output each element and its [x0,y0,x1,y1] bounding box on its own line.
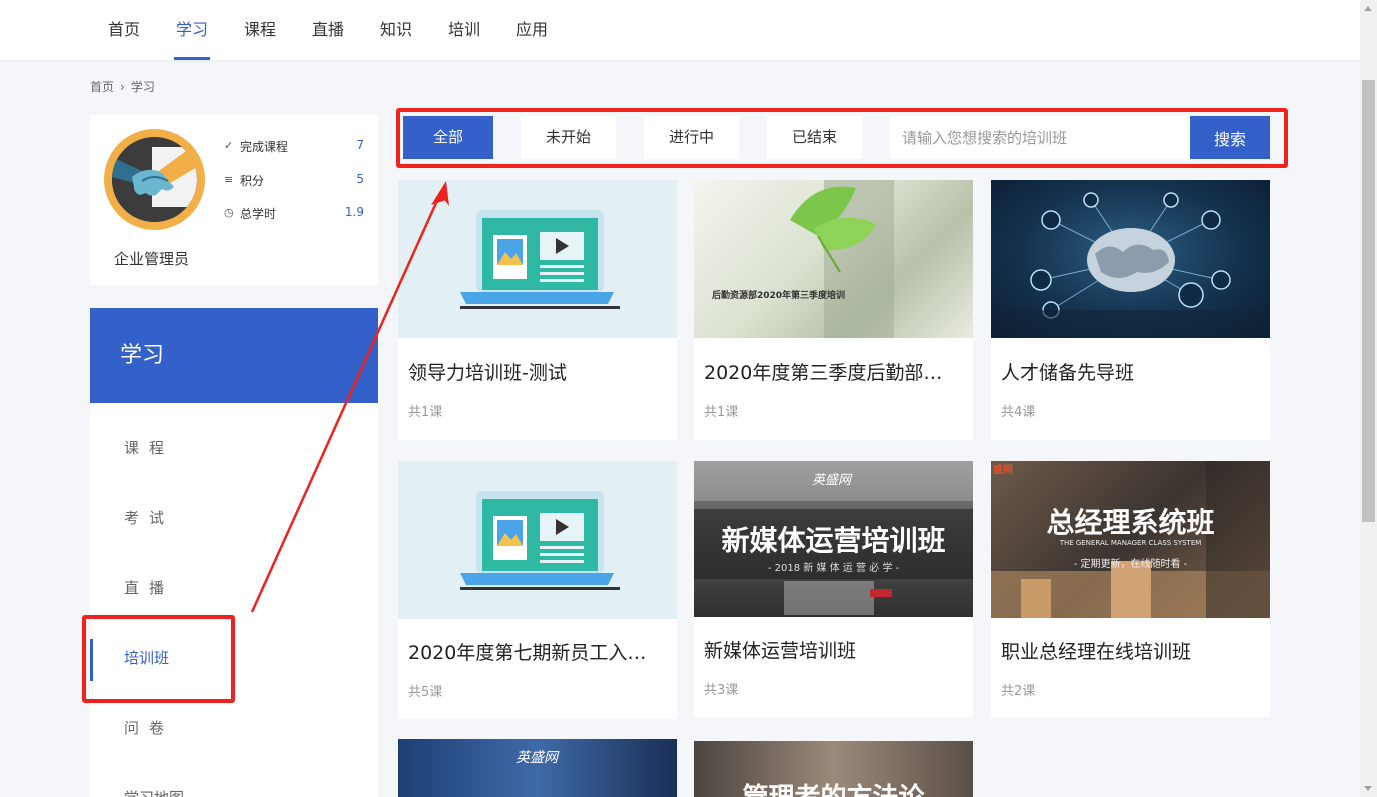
search-button[interactable]: 搜索 [1190,116,1270,159]
training-card[interactable]: 2020年度第七期新员工入… 共5课 [398,461,677,719]
nav-learning[interactable]: 学习 [173,0,211,60]
thumb-logo: 英盛网 [516,750,558,766]
breadcrumb-separator-icon: › [120,80,125,94]
sidebar-item-training-class[interactable]: 培训班 [90,623,378,693]
sidebar-item-exams[interactable]: 考试 [90,483,378,553]
scroll-up-icon[interactable] [1364,6,1372,11]
stat-total-hours: ◷ 总学时 1.9 [224,205,364,225]
handshake-icon [112,137,197,222]
stat-label: 总学时 [240,207,277,221]
stat-label: 积分 [240,174,265,188]
stat-points: ≡ 积分 5 [224,172,364,192]
card-course-count: 共3课 [704,683,739,698]
page-scrollbar[interactable] [1360,0,1377,797]
card-course-count: 共2课 [1001,684,1036,699]
tab-all[interactable]: 全部 [403,116,493,159]
top-nav: 首页 学习 课程 直播 知识 培训 应用 [0,0,1360,60]
tab-in-progress[interactable]: 进行中 [644,116,739,159]
sidebar-heading: 学习 [90,308,378,403]
scroll-thumb[interactable] [1362,80,1375,522]
card-course-count: 共1课 [704,405,739,420]
nav-knowledge[interactable]: 知识 [380,0,412,60]
partial-banner-2: 管理者的方法论 [694,741,973,797]
ginkgo-photo: 后勤资源部2020年第三季度培训 [694,180,973,338]
thumb-caption: 后勤资源部2020年第三季度培训 [712,291,846,301]
thumb-subcaption: - 2018 新 媒 体 运 营 必 学 - [767,563,900,574]
sidebar-item-survey[interactable]: 问卷 [90,693,378,763]
training-card[interactable]: 人才储备先导班 共4课 [991,180,1270,440]
training-card[interactable]: 英盛网 新媒体运营培训班 - 2018 新 媒 体 运 营 必 学 - 新媒体运… [694,461,973,717]
stat-value: 1.9 [344,205,364,219]
thumb-logo: 盛网 [993,465,1013,476]
sidebar-item-live[interactable]: 直播 [90,553,378,623]
sidebar-item-learning-map[interactable]: 学习地图 [90,763,378,797]
thumb-caption: 新媒体运营培训班 [721,524,946,557]
username: 企业管理员 [114,250,190,268]
laptop-illustration [398,180,677,338]
card-course-count: 共1课 [408,405,443,420]
avatar [104,129,205,230]
thumb-caption: 总经理系统班 [1046,506,1215,539]
breadcrumb-home[interactable]: 首页 [90,80,114,94]
stat-value: 7 [356,138,364,152]
card-title[interactable]: 人才储备先导班 [1001,358,1263,385]
thumb-caption: 管理者的方法论 [694,777,973,797]
nav-training[interactable]: 培训 [448,0,480,60]
card-course-count: 共5课 [408,685,443,700]
sidebar-item-courses[interactable]: 课程 [90,413,378,483]
profile-card: ✓ 完成课程 7 ≡ 积分 5 ◷ 总学时 1.9 企业管理员 [90,115,378,285]
training-card[interactable]: 领导力培训班-测试 共1课 [398,180,677,440]
filter-bar: 全部 未开始 进行中 已结束 搜索 [402,115,1282,161]
stat-label: 完成课程 [240,140,289,154]
coins-icon: ≡ [224,173,234,186]
nav-live[interactable]: 直播 [312,0,344,60]
scroll-down-icon[interactable] [1364,786,1372,791]
thumb-logo: 英盛网 [812,473,852,488]
thumb-subcaption-2: - 定期更新，在线随时看 - [1073,559,1188,570]
card-title[interactable]: 新媒体运营培训班 [704,636,966,663]
card-title[interactable]: 2020年度第七期新员工入… [408,638,670,665]
stat-completed-courses: ✓ 完成课程 7 [224,138,364,158]
card-title[interactable]: 职业总经理在线培训班 [1001,637,1263,664]
breadcrumb: 首页 › 学习 [90,78,161,95]
tab-ended[interactable]: 已结束 [767,116,862,159]
nav-home[interactable]: 首页 [108,0,140,60]
sidebar-menu: 课程 考试 直播 培训班 问卷 学习地图 [90,403,378,797]
card-title[interactable]: 2020年度第三季度后勤部… [704,358,966,385]
training-card[interactable]: 英盛网 [398,739,677,797]
nav-courses[interactable]: 课程 [244,0,276,60]
stat-value: 5 [356,172,364,186]
new-media-banner: 英盛网 新媒体运营培训班 - 2018 新 媒 体 运 营 必 学 - [694,461,973,617]
card-title[interactable]: 领导力培训班-测试 [408,358,670,385]
brain-network-photo [991,180,1270,338]
card-course-count: 共4课 [1001,405,1036,420]
partial-banner-1: 英盛网 [398,739,677,797]
check-list-icon: ✓ [224,139,234,152]
clock-icon: ◷ [224,206,234,219]
training-card[interactable]: 后勤资源部2020年第三季度培训 2020年度第三季度后勤部… 共1课 [694,180,973,440]
tab-not-started[interactable]: 未开始 [521,116,616,159]
gm-banner: 盛网 总经理系统班 THE GENERAL MANAGER CLASS SYST… [991,461,1270,618]
laptop-illustration [398,461,677,619]
breadcrumb-current: 学习 [130,80,155,94]
thumb-subcaption: THE GENERAL MANAGER CLASS SYSTEM [1059,539,1202,547]
search-input[interactable] [890,116,1190,159]
training-card[interactable]: 管理者的方法论 [694,741,973,797]
nav-apps[interactable]: 应用 [516,0,548,60]
training-card[interactable]: 盛网 总经理系统班 THE GENERAL MANAGER CLASS SYST… [991,461,1270,717]
